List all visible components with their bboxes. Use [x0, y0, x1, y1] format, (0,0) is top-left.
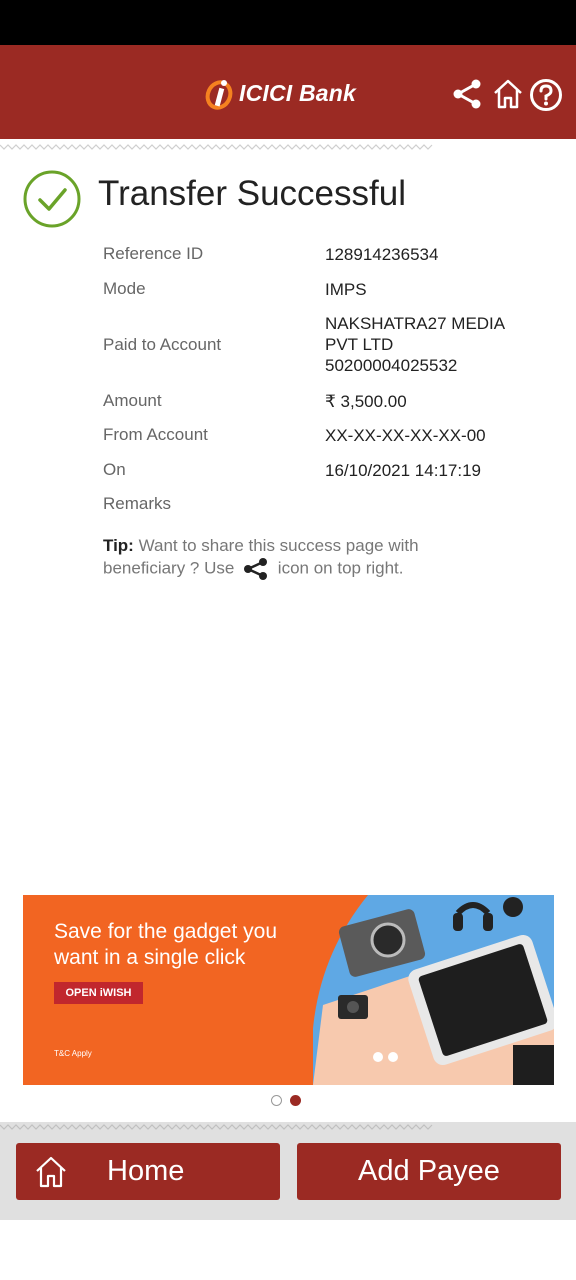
- home-icon: [36, 1156, 66, 1187]
- paid-to-name-line2: PVT LTD: [325, 335, 394, 354]
- page-title: Transfer Successful: [98, 174, 406, 213]
- paid-to-value: NAKSHATRA27 MEDIA PVT LTD 50200004025532: [325, 313, 505, 376]
- share-icon: [244, 558, 268, 580]
- carousel-dot-1[interactable]: [271, 1095, 282, 1106]
- share-icon[interactable]: [451, 78, 483, 110]
- tip-text: Tip: Want to share this success page wit…: [103, 535, 483, 581]
- banner-tnc: T&C Apply: [54, 1049, 92, 1058]
- home-icon[interactable]: [492, 78, 524, 110]
- tip-prefix: Tip:: [103, 536, 134, 555]
- icici-logo-icon: [205, 80, 233, 110]
- open-iwish-button[interactable]: OPEN iWISH: [54, 982, 143, 1004]
- home-button[interactable]: Home: [16, 1143, 280, 1200]
- on-value: 16/10/2021 14:17:19: [325, 461, 481, 480]
- success-check-icon: [23, 170, 81, 228]
- carousel-dot-2[interactable]: [290, 1095, 301, 1106]
- paid-to-label: Paid to Account: [103, 335, 222, 354]
- from-account-label: From Account: [103, 425, 208, 444]
- help-icon[interactable]: [529, 78, 563, 112]
- from-account-value: XX-XX-XX-XX-XX-00: [325, 426, 486, 445]
- mode-value: IMPS: [325, 280, 367, 299]
- gadgets-illustration: [313, 895, 554, 1085]
- paid-to-account-number: 50200004025532: [325, 356, 458, 375]
- brand-name: ICICI Bank: [239, 80, 356, 107]
- icici-logo: ICICI Bank: [205, 75, 356, 111]
- paid-to-name-line1: NAKSHATRA27 MEDIA: [325, 314, 506, 333]
- reference-id-value: 128914236534: [325, 245, 439, 264]
- brand-name-text: ICICI: [239, 79, 293, 106]
- amount-label: Amount: [103, 391, 162, 410]
- header-divider: [0, 139, 576, 153]
- reference-id-label: Reference ID: [103, 244, 204, 263]
- promo-banner[interactable]: Save for the gadget you want in a single…: [23, 895, 554, 1085]
- remarks-label: Remarks: [103, 494, 172, 513]
- footer-divider: [0, 1124, 433, 1130]
- amount-value: ₹ 3,500.00: [325, 392, 407, 411]
- tip-text-after: icon on top right.: [273, 558, 404, 578]
- carousel-indicator: [271, 1095, 301, 1106]
- add-payee-button[interactable]: Add Payee: [297, 1143, 561, 1200]
- brand-suffix: Bank: [298, 79, 357, 106]
- mode-label: Mode: [103, 279, 146, 298]
- home-button-label: Home: [107, 1155, 185, 1187]
- banner-headline: Save for the gadget you want in a single…: [54, 920, 277, 969]
- status-bar: [0, 0, 576, 45]
- add-payee-button-label: Add Payee: [358, 1155, 500, 1187]
- on-label: On: [103, 460, 126, 479]
